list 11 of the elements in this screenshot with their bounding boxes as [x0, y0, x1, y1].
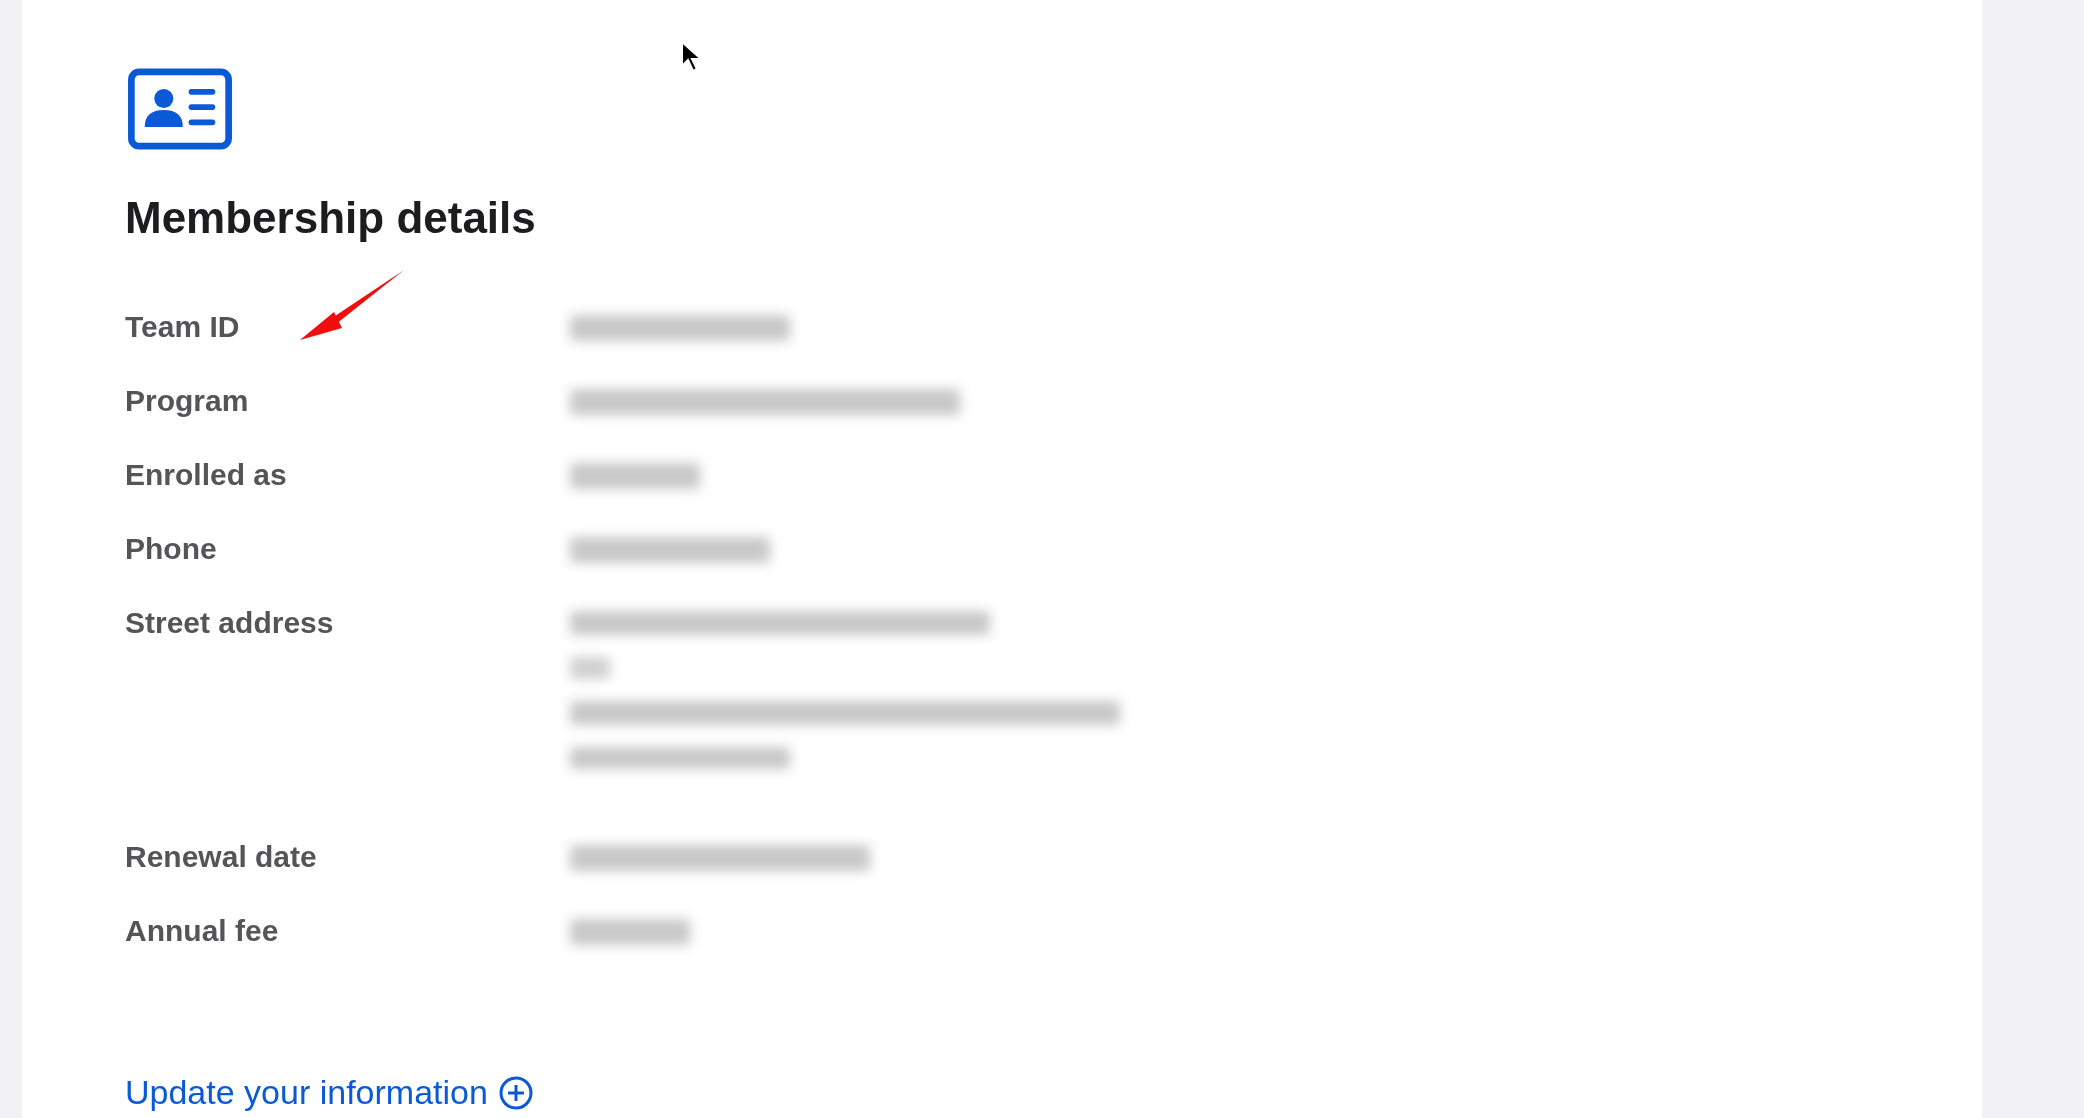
field-label: Annual fee	[125, 913, 280, 949]
field-label: Phone	[125, 531, 218, 567]
field-label: Street address	[125, 605, 335, 641]
update-link[interactable]: Update your information	[125, 1067, 534, 1118]
plus-circle-icon	[497, 1074, 534, 1111]
field-label: Enrolled as	[125, 457, 288, 493]
section-heading: Membership details	[125, 192, 537, 244]
field-label: Renewal date	[125, 839, 318, 875]
id-card-icon	[125, 68, 235, 150]
field-label: Program	[125, 383, 250, 419]
field-label: Team ID	[125, 309, 241, 345]
